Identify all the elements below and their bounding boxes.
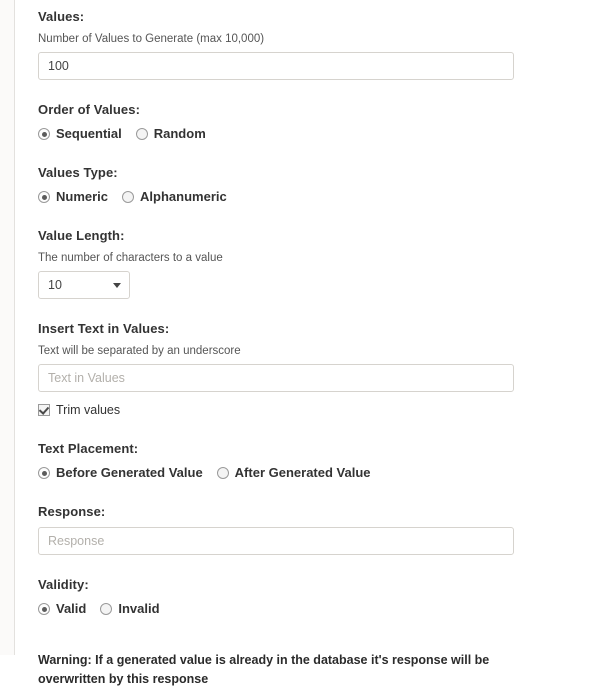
order-of-values-section: Order of Values: Sequential Random: [38, 102, 514, 143]
value-length-select-wrapper: 10: [38, 271, 130, 299]
radio-indicator-sequential[interactable]: [38, 128, 50, 140]
trim-values-row: Trim values: [38, 401, 514, 419]
value-length-section: Value Length: The number of characters t…: [38, 228, 514, 299]
response-section: Response:: [38, 504, 514, 555]
validity-section: Validity: Valid Invalid: [38, 577, 514, 618]
text-placement-section: Text Placement: Before Generated Value A…: [38, 441, 514, 482]
radio-indicator-after-generated-value[interactable]: [216, 467, 229, 479]
radio-option-before-generated-value[interactable]: Before Generated Value: [38, 465, 203, 481]
checkbox-indicator-trim-values[interactable]: [38, 404, 50, 416]
radio-indicator-invalid[interactable]: [100, 603, 113, 615]
radio-label-invalid: Invalid: [118, 601, 160, 616]
radio-option-alphanumeric[interactable]: Alphanumeric: [122, 189, 227, 205]
insert-text-helper-text: Text will be separated by an underscore: [38, 345, 241, 357]
values-type-section: Values Type: Numeric Alphanumeric: [38, 165, 514, 206]
values-label: Values:: [38, 9, 85, 24]
validity-label: Validity:: [38, 577, 89, 592]
radio-label-before-generated-value: Before Generated Value: [56, 465, 203, 480]
radio-option-valid[interactable]: Valid: [38, 601, 86, 617]
checkbox-label-trim-values: Trim values: [56, 403, 121, 417]
radio-label-numeric: Numeric: [56, 189, 109, 204]
validity-radio-group: Valid Invalid: [38, 600, 514, 618]
radio-indicator-numeric[interactable]: [38, 191, 50, 203]
radio-option-invalid[interactable]: Invalid: [100, 601, 160, 617]
value-length-helper-text: The number of characters to a value: [38, 252, 223, 264]
insert-text-label: Insert Text in Values:: [38, 321, 170, 336]
order-of-values-label: Order of Values:: [38, 102, 141, 117]
radio-indicator-random[interactable]: [135, 128, 148, 140]
form-container: Values: Number of Values to Generate (ma…: [38, 0, 514, 689]
values-section: Values: Number of Values to Generate (ma…: [38, 0, 514, 80]
values-type-label: Values Type:: [38, 165, 118, 180]
radio-option-after-generated-value[interactable]: After Generated Value: [216, 465, 371, 481]
radio-option-random[interactable]: Random: [135, 126, 206, 142]
warning-message: Warning: If a generated value is already…: [38, 653, 490, 686]
text-placement-label: Text Placement:: [38, 441, 139, 456]
radio-indicator-valid[interactable]: [38, 603, 50, 615]
number-of-values-input[interactable]: [38, 52, 514, 80]
checkbox-option-trim-values[interactable]: Trim values: [38, 402, 120, 418]
value-length-select[interactable]: 10: [38, 271, 130, 299]
radio-label-sequential: Sequential: [56, 126, 122, 141]
order-of-values-radio-group: Sequential Random: [38, 125, 514, 143]
insert-text-section: Insert Text in Values: Text will be sepa…: [38, 321, 514, 419]
radio-indicator-before-generated-value[interactable]: [38, 467, 50, 479]
response-input[interactable]: [38, 527, 514, 555]
radio-option-numeric[interactable]: Numeric: [38, 189, 108, 205]
response-label: Response:: [38, 504, 106, 519]
left-gutter-strip: [0, 0, 15, 655]
text-placement-radio-group: Before Generated Value After Generated V…: [38, 464, 514, 482]
insert-text-input[interactable]: [38, 364, 514, 392]
radio-label-valid: Valid: [56, 601, 87, 616]
value-length-label: Value Length:: [38, 228, 125, 243]
radio-indicator-alphanumeric[interactable]: [122, 191, 135, 203]
radio-option-sequential[interactable]: Sequential: [38, 126, 122, 142]
radio-label-alphanumeric: Alphanumeric: [140, 189, 227, 204]
radio-label-random: Random: [153, 126, 206, 141]
value-generator-form-page: Values: Number of Values to Generate (ma…: [0, 0, 613, 686]
values-type-radio-group: Numeric Alphanumeric: [38, 188, 514, 206]
radio-label-after-generated-value: After Generated Value: [234, 465, 371, 480]
values-helper-text: Number of Values to Generate (max 10,000…: [38, 33, 265, 45]
